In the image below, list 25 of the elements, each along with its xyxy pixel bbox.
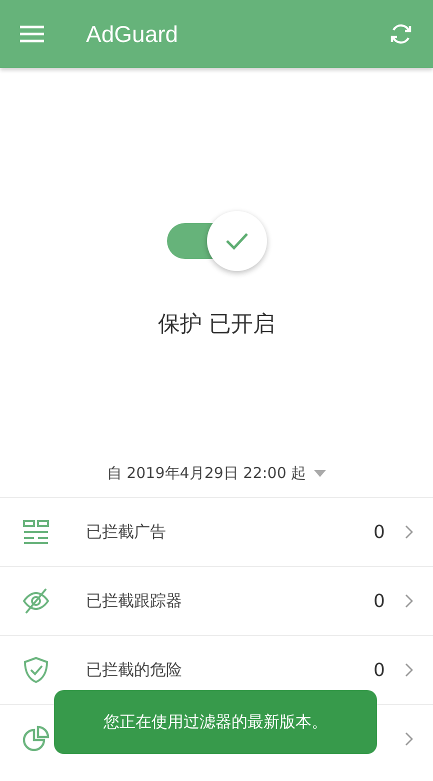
toast: 您正在使用过滤器的最新版本。 xyxy=(54,690,377,754)
shield-check-icon xyxy=(23,656,49,684)
pie-chart-icon xyxy=(22,725,50,753)
eye-slash-icon xyxy=(22,588,50,614)
date-range-dropdown[interactable]: 自 2019年4月29日 22:00 起 xyxy=(106,464,326,483)
chevron-icon xyxy=(405,732,413,746)
layout-icon xyxy=(23,519,49,545)
stats-label: 已拦截跟踪器 xyxy=(86,590,183,612)
stats-value: 0 xyxy=(374,590,385,612)
refresh-icon[interactable] xyxy=(389,22,413,46)
stats-label: 已拦截的危险 xyxy=(86,660,183,680)
chevron-icon xyxy=(405,663,413,677)
checkmark-icon xyxy=(224,231,248,251)
protection-toggle[interactable] xyxy=(166,211,266,271)
stats-row[interactable]: 已拦截跟踪器 0 xyxy=(0,566,433,635)
chevron-icon xyxy=(405,525,413,539)
stats-value: 0 xyxy=(374,522,385,542)
chevron-icon xyxy=(405,594,413,608)
protection-status: 保护 已开启 xyxy=(158,311,275,339)
stats-label: 已拦截广告 xyxy=(86,522,167,542)
caret-icon xyxy=(314,470,326,477)
stats-row[interactable]: 已拦截广告 0 xyxy=(0,497,433,566)
menu-icon[interactable] xyxy=(20,25,44,43)
stats-value: 0 xyxy=(374,660,385,680)
app-title: AdGuard xyxy=(86,20,180,48)
